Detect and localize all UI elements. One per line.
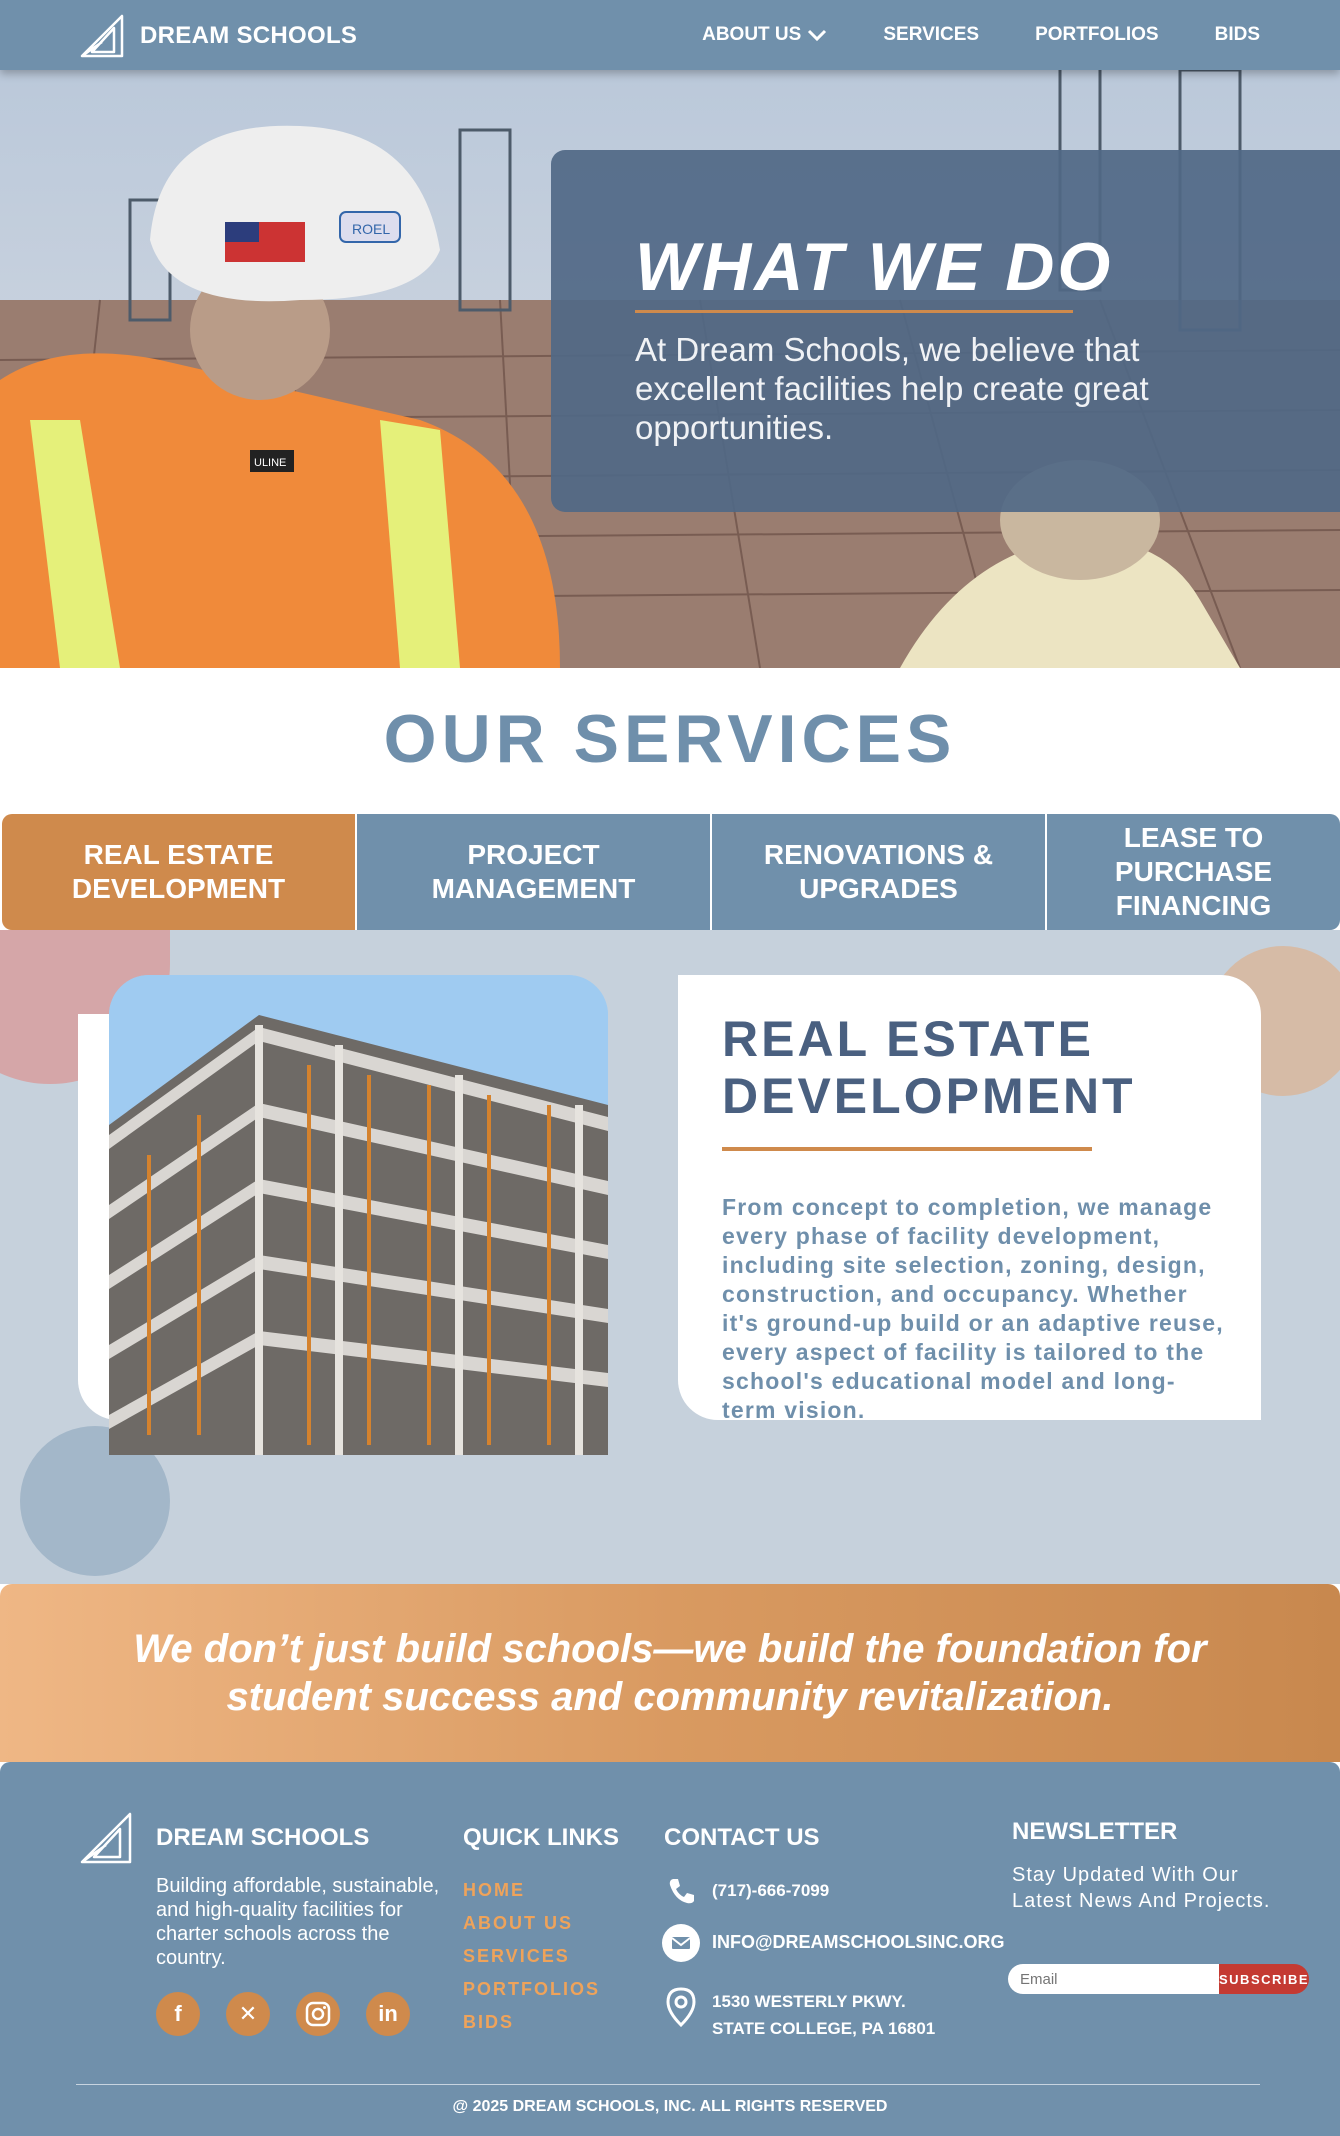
contact-phone-text: (717)-666-7099 <box>712 1881 830 1900</box>
contact-address-text: 1530 WESTERLY PKWY. STATE COLLEGE, PA 16… <box>712 1988 935 2042</box>
x-twitter-icon[interactable]: ✕ <box>226 1992 270 2036</box>
instagram-glyph <box>305 2001 331 2027</box>
service-content-area: REAL ESTATE DEVELOPMENT From concept to … <box>0 930 1340 1584</box>
newsletter-heading: NEWSLETTER <box>1012 1818 1178 1845</box>
footer-divider <box>76 2084 1260 2085</box>
footer-link-home[interactable]: HOME <box>463 1874 600 1907</box>
location-pin-icon <box>662 1987 700 2027</box>
newsletter-description: Stay Updated With Our Latest News And Pr… <box>1012 1864 1271 1912</box>
hero-section: ULINE ROEL WHAT WE DO At Dream Schools, … <box>0 0 1340 668</box>
hero-title-underline <box>635 310 1073 313</box>
top-navbar: DREAM SCHOOLS ABOUT US SERVICES PORTFOLI… <box>0 0 1340 70</box>
services-heading: OUR SERVICES <box>383 701 957 777</box>
service-detail-text: From concept to completion, we manage ev… <box>722 1194 1224 1423</box>
logo-icon <box>80 14 124 58</box>
footer-link-portfolios[interactable]: PORTFOLIOS <box>463 1973 600 2006</box>
subscribe-button[interactable]: SUBSCRIBE <box>1219 1964 1310 1994</box>
quote-banner: We don’t just build schools—we build the… <box>0 1584 1340 1762</box>
hero-description: At Dream Schools, we believe that excell… <box>635 331 1149 446</box>
tab-real-estate-development[interactable]: REAL ESTATE DEVELOPMENT <box>2 814 357 930</box>
chevron-down-icon <box>808 29 827 42</box>
contact-email[interactable]: INFO@DREAMSCHOOLSINC.ORG <box>662 1924 1005 1962</box>
hero-title: WHAT WE DO <box>635 229 1114 305</box>
services-tabs: REAL ESTATE DEVELOPMENT PROJECT MANAGEME… <box>2 814 1340 930</box>
contact-email-text: INFO@DREAMSCHOOLSINC.ORG <box>712 1932 1005 1952</box>
quick-links-heading: QUICK LINKS <box>463 1824 619 1851</box>
contact-address: 1530 WESTERLY PKWY. STATE COLLEGE, PA 16… <box>662 1987 935 2042</box>
contact-phone[interactable]: (717)-666-7099 <box>662 1872 829 1910</box>
tab-project-management[interactable]: PROJECT MANAGEMENT <box>357 814 712 930</box>
social-links: f ✕ in <box>156 1992 410 2036</box>
nav-brand-name: DREAM SCHOOLS <box>140 22 358 49</box>
contact-heading: CONTACT US <box>664 1824 820 1851</box>
nav-item-bids[interactable]: BIDS <box>1215 24 1260 46</box>
helmet-label: ROEL <box>352 221 390 237</box>
hero-overlay-panel: WHAT WE DO At Dream Schools, we believe … <box>551 150 1340 512</box>
nav-item-portfolios[interactable]: PORTFOLIOS <box>1035 24 1159 46</box>
building-under-construction-photo <box>109 975 608 1455</box>
vest-label: ULINE <box>254 457 286 469</box>
service-detail-title: REAL ESTATE DEVELOPMENT <box>722 1011 1136 1124</box>
nav-logo[interactable]: DREAM SCHOOLS <box>80 14 357 58</box>
tab-renovations-upgrades[interactable]: RENOVATIONS & UPGRADES <box>712 814 1047 930</box>
address-line-1: 1530 WESTERLY PKWY. <box>712 1992 906 2011</box>
footer-link-bids[interactable]: BIDS <box>463 2006 600 2039</box>
instagram-icon[interactable] <box>296 1992 340 2036</box>
main-nav: ABOUT US SERVICES PORTFOLIOS BIDS <box>702 0 1260 70</box>
nav-item-services[interactable]: SERVICES <box>883 24 979 46</box>
footer-logo-icon[interactable] <box>80 1812 134 1864</box>
service-detail-underline <box>722 1147 1092 1151</box>
footer-brand-name: DREAM SCHOOLS <box>156 1824 370 1851</box>
copyright-text: @ 2025 DREAM SCHOOLS, INC. ALL RIGHTS RE… <box>452 2098 888 2115</box>
tab-lease-to-purchase-financing[interactable]: LEASE TO PURCHASE FINANCING <box>1047 814 1340 930</box>
nav-item-about-us[interactable]: ABOUT US <box>702 24 827 46</box>
nav-item-label: ABOUT US <box>702 24 802 45</box>
facebook-icon[interactable]: f <box>156 1992 200 2036</box>
footer-link-about-us[interactable]: ABOUT US <box>463 1907 600 1940</box>
newsletter-form: SUBSCRIBE <box>1008 1964 1310 1994</box>
service-image <box>109 975 608 1455</box>
quote-text: We don’t just build schools—we build the… <box>133 1627 1207 1719</box>
footer-tagline: Building affordable, sustainable, and hi… <box>156 1875 440 1969</box>
address-line-2: STATE COLLEGE, PA 16801 <box>712 2019 936 2038</box>
quick-links: HOME ABOUT US SERVICES PORTFOLIOS BIDS <box>463 1874 600 2039</box>
phone-icon <box>662 1872 700 1910</box>
footer-link-services[interactable]: SERVICES <box>463 1940 600 1973</box>
email-icon <box>662 1924 700 1962</box>
site-footer: DREAM SCHOOLS Building affordable, susta… <box>0 1762 1340 2136</box>
service-detail-card: REAL ESTATE DEVELOPMENT From concept to … <box>678 975 1261 1423</box>
newsletter-email-input[interactable] <box>1008 1964 1219 1994</box>
linkedin-icon[interactable]: in <box>366 1992 410 2036</box>
